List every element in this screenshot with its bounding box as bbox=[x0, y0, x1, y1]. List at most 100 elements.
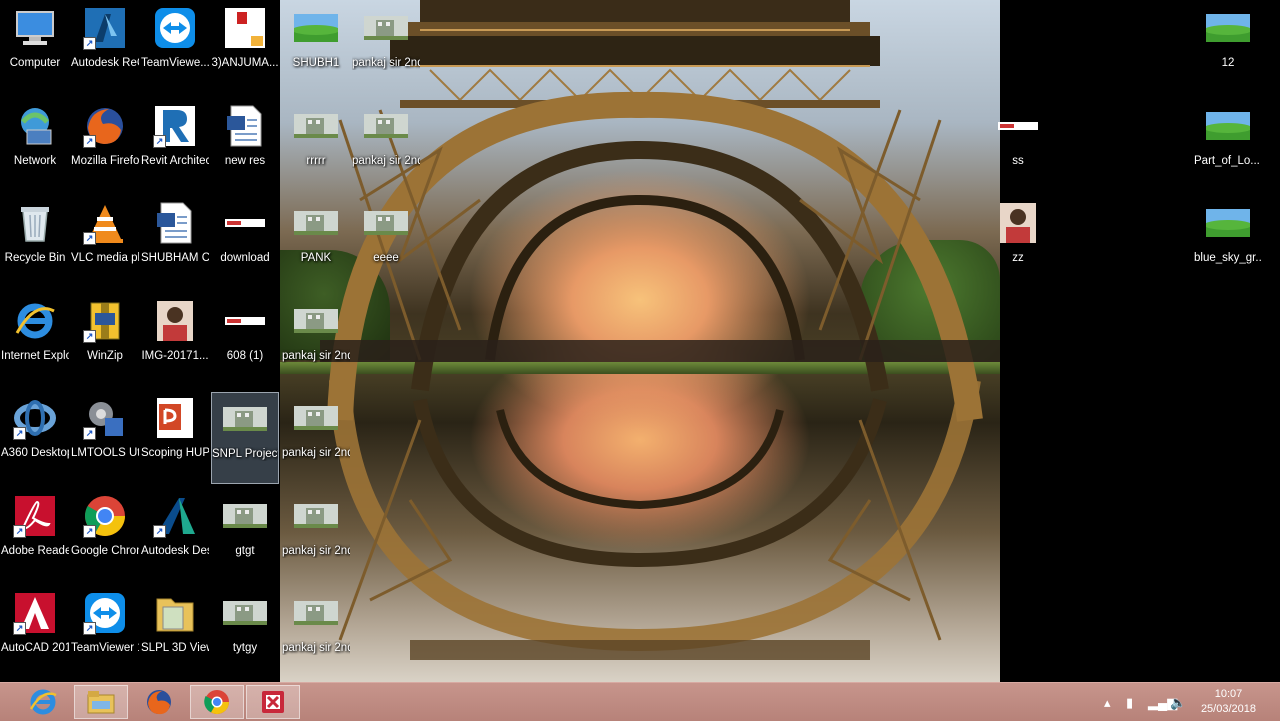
building-image-icon bbox=[294, 299, 338, 343]
show-hidden-icons-chevron-up-icon[interactable]: ▴ bbox=[1104, 695, 1111, 711]
internet-explorer-icon bbox=[29, 689, 57, 715]
desktop-icon[interactable]: download bbox=[211, 197, 279, 289]
desktop-icon-label: 608 (1) bbox=[226, 349, 264, 362]
shortcut-arrow-icon: ↗ bbox=[13, 427, 26, 440]
landscape-image-icon bbox=[1206, 6, 1250, 50]
taskbar-internet-explorer[interactable] bbox=[16, 685, 70, 719]
desktop-icon[interactable]: 608 (1) bbox=[211, 295, 279, 387]
desktop-icon[interactable]: pankaj sir 2nd project3 bbox=[282, 587, 350, 679]
desktop-icon[interactable]: ↗ Adobe Reader X bbox=[1, 490, 69, 582]
desktop-icon[interactable]: ↗ LMTOOLS Utility bbox=[71, 392, 139, 484]
desktop-icon-label: VLC media player bbox=[71, 252, 139, 264]
autodesk-recap-icon: ↗ bbox=[83, 6, 127, 50]
desktop-icon[interactable]: Computer bbox=[1, 2, 69, 94]
desktop-icon[interactable]: TeamViewe... bbox=[141, 2, 209, 94]
desktop-icon-label: Autodesk Desktop App bbox=[141, 544, 209, 557]
desktop-icon[interactable]: SHUBHAM CHINTAL... bbox=[141, 197, 209, 289]
desktop-icon-label: download bbox=[220, 252, 270, 264]
desktop-icon[interactable]: pankaj sir 2nd project2 bbox=[282, 490, 350, 582]
desktop-icon[interactable]: rrrrr bbox=[282, 100, 350, 192]
firefox-icon: ↗ bbox=[83, 104, 127, 148]
desktop-icon[interactable]: ss bbox=[984, 100, 1052, 192]
desktop-icon-label: Part_of_Lo... (2) bbox=[1194, 154, 1262, 167]
desktop-icon[interactable]: ↗ Google Chrome bbox=[71, 490, 139, 582]
shortcut-arrow-icon: ↗ bbox=[153, 134, 166, 148]
desktop-icon[interactable]: zz bbox=[984, 197, 1052, 289]
autocad-icon: ↗ bbox=[13, 591, 57, 635]
desktop-icon[interactable]: ↗ Revit Architectu... bbox=[141, 100, 209, 192]
chrome-icon: ↗ bbox=[83, 494, 127, 538]
desktop-icon-label: ss bbox=[1012, 154, 1024, 167]
landscape-image-icon bbox=[1206, 104, 1250, 148]
desktop-icon[interactable]: ↗ WinZip bbox=[71, 295, 139, 387]
desktop-icon-label: Computer bbox=[9, 57, 61, 69]
desktop-icon[interactable]: SNPL Project new12 bbox=[211, 392, 279, 484]
desktop-icon-label: Internet Explorer bbox=[1, 349, 69, 362]
volume-icon[interactable]: 🔈 bbox=[1170, 695, 1186, 711]
desktop-icon[interactable]: 12 bbox=[1194, 2, 1262, 94]
taskbar-app-red[interactable] bbox=[246, 685, 300, 719]
building-image-icon bbox=[294, 104, 338, 148]
taskbar-file-explorer[interactable] bbox=[74, 685, 128, 719]
desktop-icon[interactable]: Part_of_Lo... (2) bbox=[1194, 100, 1262, 192]
taskbar-chrome[interactable] bbox=[190, 685, 244, 719]
building-image-icon bbox=[364, 104, 408, 148]
building-image-icon bbox=[364, 201, 408, 245]
desktop-icon[interactable]: gtgt bbox=[211, 490, 279, 582]
desktop-icon[interactable]: blue_sky_gr... bbox=[1194, 197, 1262, 289]
landscape-image-icon bbox=[294, 6, 338, 50]
desktop-icon[interactable]: IMG-20171... bbox=[141, 295, 209, 387]
building-image-icon bbox=[364, 6, 408, 50]
taskbar-firefox[interactable] bbox=[132, 685, 186, 719]
desktop-icon[interactable]: pankaj sir 2nd project4 bbox=[352, 2, 420, 94]
desktop-icon[interactable]: ↗ Autodesk Desktop App bbox=[141, 490, 209, 582]
desktop-icon[interactable]: Internet Explorer bbox=[1, 295, 69, 387]
desktop-icon[interactable]: ↗ Autodesk ReCap 2016 bbox=[71, 2, 139, 94]
desktop-icon[interactable]: ↗ Mozilla Firefox bbox=[71, 100, 139, 192]
desktop-icon-label: tytgy bbox=[232, 642, 258, 654]
action-center-icon[interactable]: ▮ bbox=[1126, 695, 1133, 711]
shortcut-arrow-icon: ↗ bbox=[83, 134, 96, 148]
desktop-icon-label: Mozilla Firefox bbox=[71, 154, 139, 167]
shortcut-arrow-icon: ↗ bbox=[13, 524, 26, 538]
winzip-icon: ↗ bbox=[83, 299, 127, 343]
desktop-icon[interactable]: ↗ VLC media player bbox=[71, 197, 139, 289]
desktop-icon[interactable]: new res bbox=[211, 100, 279, 192]
lmtools-icon: ↗ bbox=[83, 396, 127, 440]
desktop-icon[interactable]: ↗ AutoCAD 2016 - E... bbox=[1, 587, 69, 679]
image-icon bbox=[223, 201, 267, 245]
desktop-icon[interactable]: pankaj sir 2nd project bbox=[282, 295, 350, 387]
system-clock[interactable]: 10:07 25/03/2018 bbox=[1201, 687, 1256, 717]
vlc-icon: ↗ bbox=[83, 201, 127, 245]
taskbar: ▴ ▮ ▂▄▆ 🔈 10:07 25/03/2018 bbox=[0, 682, 1280, 721]
desktop-icon[interactable]: Recycle Bin bbox=[1, 197, 69, 289]
desktop-icon-label: LMTOOLS Utility bbox=[71, 447, 139, 459]
desktop-icon[interactable]: pankaj sir 2nd project5 bbox=[352, 100, 420, 192]
landscape-image-icon bbox=[1206, 201, 1250, 245]
desktop-icon[interactable]: pankaj sir 2nd project 1 bbox=[282, 392, 350, 484]
desktop-icon-label: Adobe Reader X bbox=[1, 544, 69, 557]
desktop-icon[interactable]: SHUBH1 bbox=[282, 2, 350, 94]
desktop-icon[interactable]: ↗ A360 Desktop bbox=[1, 392, 69, 484]
file-explorer-icon bbox=[87, 691, 115, 714]
autodesk-app-icon: ↗ bbox=[153, 494, 197, 538]
desktop-icon-label: SHUBH1 bbox=[292, 57, 340, 69]
desktop-icon[interactable]: PANK bbox=[282, 197, 350, 289]
desktop-icon-label: Recycle Bin bbox=[4, 252, 66, 264]
desktop-icon[interactable]: SLPL 3D View bbox=[141, 587, 209, 679]
computer-icon bbox=[13, 6, 57, 50]
desktop-icon-label: eeee bbox=[373, 252, 399, 264]
building-image-icon bbox=[294, 591, 338, 635]
desktop-icon[interactable]: Network bbox=[1, 100, 69, 192]
desktop-icon-label: AutoCAD 2016 - E... bbox=[1, 642, 69, 654]
desktop-icon[interactable]: 3)ANJUMA... bbox=[211, 2, 279, 94]
desktop-icon[interactable]: tytgy bbox=[211, 587, 279, 679]
desktop-icon[interactable]: Scoping HUPA Draft bbox=[141, 392, 209, 484]
shortcut-arrow-icon: ↗ bbox=[83, 622, 96, 635]
folder-icon bbox=[153, 591, 197, 635]
desktop-icon[interactable]: eeee bbox=[352, 197, 420, 289]
shortcut-arrow-icon: ↗ bbox=[153, 524, 166, 538]
desktop-icon[interactable]: ↗ TeamViewer 13 bbox=[71, 587, 139, 679]
photo-icon bbox=[996, 201, 1040, 245]
desktop-icon-label: Google Chrome bbox=[71, 544, 139, 557]
